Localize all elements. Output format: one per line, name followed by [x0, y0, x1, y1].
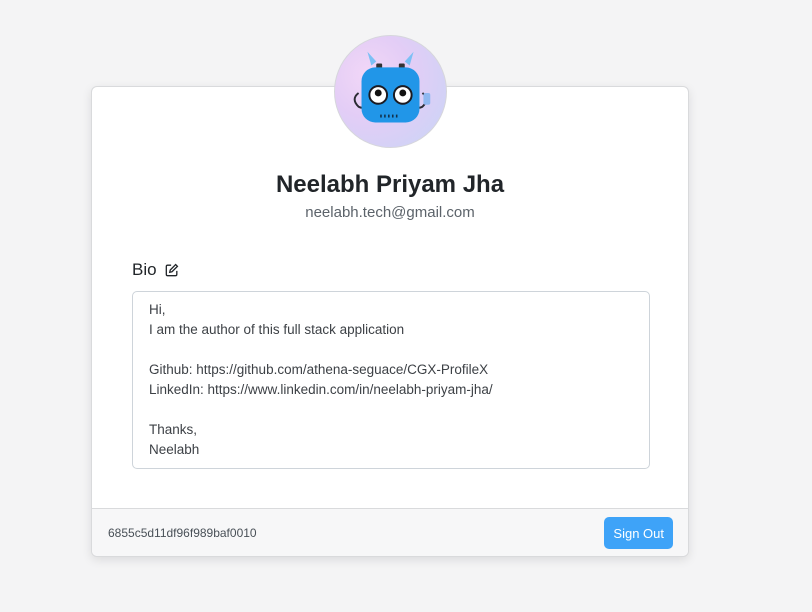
bio-label: Bio — [132, 260, 157, 279]
robot-avatar-icon — [353, 51, 431, 123]
profile-name: Neelabh Priyam Jha — [275, 171, 505, 198]
avatar — [334, 35, 447, 148]
bio-header: Bio — [132, 260, 179, 280]
edit-icon[interactable] — [165, 263, 179, 277]
profile-email: neelabh.tech@gmail.com — [305, 204, 475, 221]
sign-out-button[interactable]: Sign Out — [604, 517, 673, 549]
profile-card: Neelabh Priyam Jha neelabh.tech@gmail.co… — [91, 86, 689, 557]
user-id: 6855c5d11df96f989baf0010 — [108, 526, 257, 540]
bio-text: Hi, I am the author of this full stack a… — [132, 291, 650, 469]
card-footer: 6855c5d11df96f989baf0010 Sign Out — [92, 508, 688, 556]
